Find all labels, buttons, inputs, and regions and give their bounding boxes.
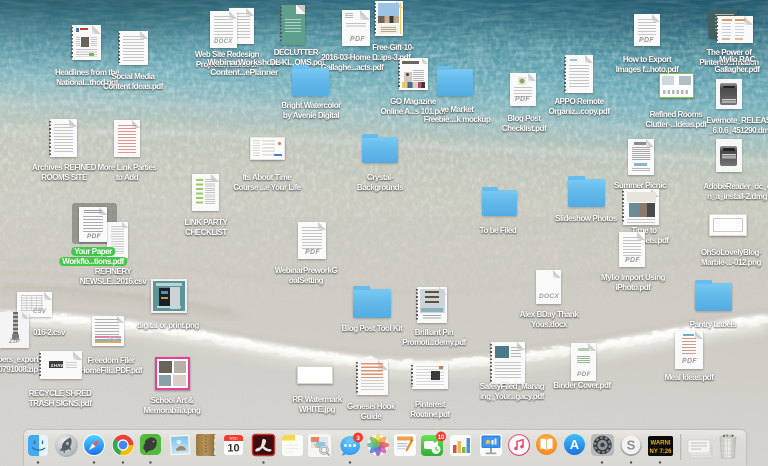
svg-text:A: A — [570, 437, 580, 452]
svg-text:NY 7:26: NY 7:26 — [650, 449, 673, 455]
svg-text:WARNI: WARNI — [651, 441, 671, 447]
svg-text:S: S — [627, 438, 636, 453]
svg-text:10: 10 — [438, 435, 445, 441]
svg-text:10: 10 — [227, 443, 239, 455]
svg-text:3: 3 — [356, 435, 360, 442]
svg-text:WED: WED — [229, 437, 238, 441]
